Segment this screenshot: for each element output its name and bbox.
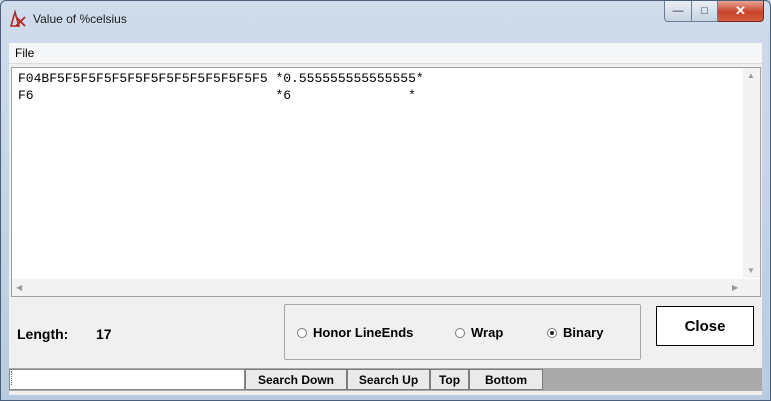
- text-line: F04BF5F5F5F5F5F5F5F5F5F5F5F5F5F5 *0.5555…: [18, 71, 424, 86]
- top-button[interactable]: Top: [430, 369, 469, 390]
- value-text-area[interactable]: F04BF5F5F5F5F5F5F5F5F5F5F5F5F5F5 *0.5555…: [11, 67, 761, 297]
- search-up-button[interactable]: Search Up: [347, 369, 430, 390]
- option-label: Wrap: [471, 325, 504, 340]
- minimize-button[interactable]: —: [664, 1, 692, 22]
- length-label: Length:: [17, 326, 69, 342]
- display-options-group: Honor LineEnds Wrap Binary: [284, 304, 641, 360]
- option-label: Honor LineEnds: [313, 325, 414, 340]
- radio-icon[interactable]: [297, 327, 307, 338]
- option-binary[interactable]: Binary: [547, 325, 603, 340]
- option-label: Binary: [563, 325, 604, 340]
- search-bar: Search Down Search Up Top Bottom: [9, 368, 762, 391]
- scroll-right-icon[interactable]: ▶: [732, 283, 738, 292]
- scroll-down-icon[interactable]: ▼: [747, 266, 755, 275]
- text-line: F6 *6 *: [18, 88, 416, 103]
- menu-bar: File: [9, 43, 762, 64]
- title-bar[interactable]: Value of %celsius — □ ✕: [1, 1, 770, 38]
- vertical-scrollbar[interactable]: ▲ ▼: [743, 68, 760, 278]
- app-icon: [9, 9, 26, 27]
- maximize-button[interactable]: □: [692, 1, 718, 22]
- close-button[interactable]: Close: [656, 306, 754, 346]
- grip-icon: [11, 371, 15, 385]
- bottom-button[interactable]: Bottom: [469, 369, 543, 390]
- menu-file[interactable]: File: [11, 46, 38, 60]
- radio-icon[interactable]: [455, 327, 465, 338]
- option-honor-lineends[interactable]: Honor LineEnds: [297, 325, 413, 340]
- search-down-button[interactable]: Search Down: [245, 369, 347, 390]
- scroll-left-icon[interactable]: ◀: [16, 283, 22, 292]
- radio-selected-icon[interactable]: [547, 327, 557, 338]
- app-window: Value of %celsius — □ ✕ File F04BF5F5F5F…: [0, 0, 771, 401]
- close-window-button[interactable]: ✕: [718, 1, 764, 22]
- horizontal-scrollbar[interactable]: ◀ ▶: [12, 279, 760, 296]
- search-input[interactable]: [9, 369, 245, 390]
- window-title: Value of %celsius: [33, 12, 127, 26]
- scroll-up-icon[interactable]: ▲: [747, 71, 755, 80]
- length-value: 17: [96, 326, 112, 342]
- client-area: File F04BF5F5F5F5F5F5F5F5F5F5F5F5F5F5 *0…: [9, 43, 762, 395]
- option-wrap[interactable]: Wrap: [455, 325, 503, 340]
- window-controls: — □ ✕: [664, 1, 764, 22]
